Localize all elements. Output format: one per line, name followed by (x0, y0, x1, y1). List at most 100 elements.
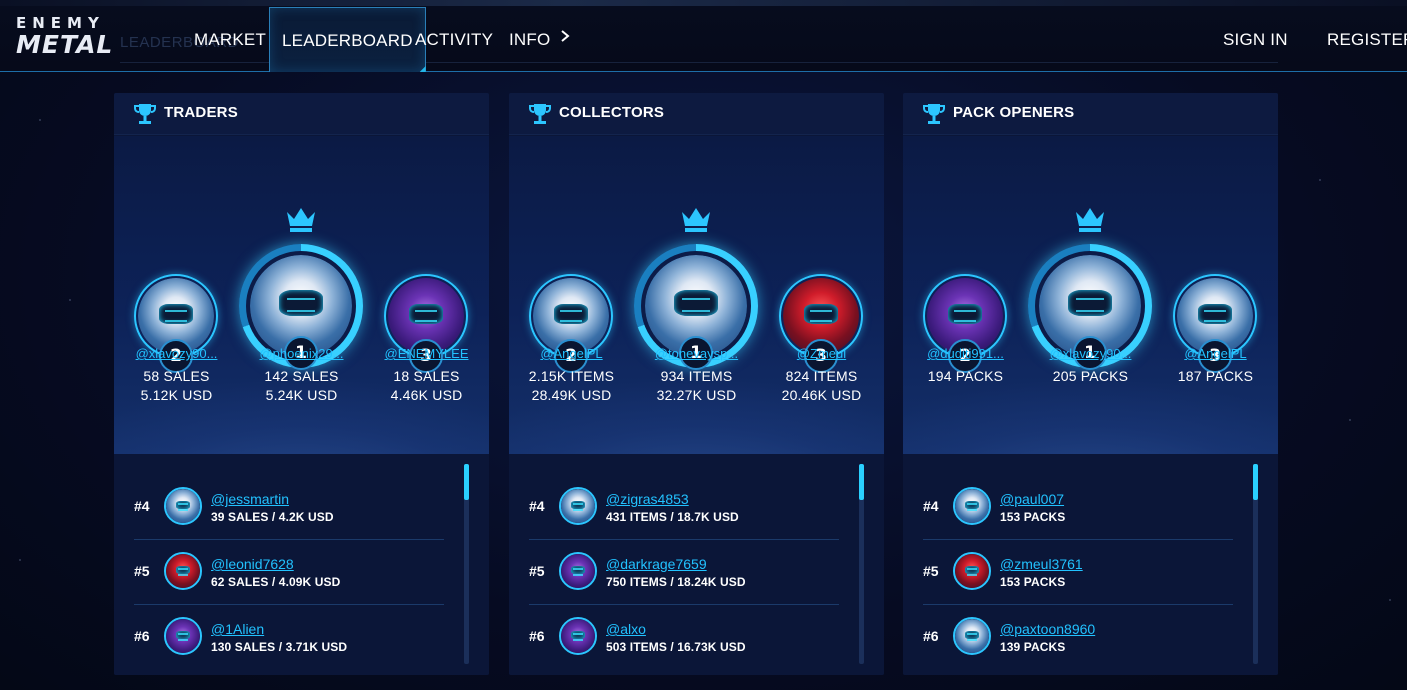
list-item[interactable]: #5 @darkrage7659 750 ITEMS / 18.24K USD (529, 539, 839, 604)
leaderboard-list: #4 @zigras4853 431 ITEMS / 18.7K USD #5 @dar… (509, 454, 884, 675)
list-item[interactable]: #4 @jessmartin 39 SALES / 4.2K USD (134, 474, 444, 539)
podium-stat-primary: 824 ITEMS (785, 368, 858, 384)
list-item[interactable]: #4 @paul007 153 PACKS (923, 474, 1233, 539)
podium-stat-usd: 5.24K USD (265, 387, 338, 403)
logo-bottom-text: METAL (16, 30, 114, 59)
crown-icon (285, 206, 317, 234)
podium-stat-usd: 32.27K USD (656, 387, 737, 403)
scrollbar-thumb[interactable] (464, 464, 469, 500)
list-item[interactable]: #4 @zigras4853 431 ITEMS / 18.7K USD (529, 474, 839, 539)
leaderboard-list: #4 @jessmartin 39 SALES / 4.2K USD #5 @leoni… (114, 454, 489, 675)
row-avatar[interactable] (164, 617, 202, 655)
list-item[interactable]: #6 @paxtoon8960 139 PACKS (923, 604, 1233, 669)
row-rank: #6 (134, 628, 150, 644)
podium-username-link[interactable]: @xlavozy90... (114, 346, 239, 361)
row-avatar[interactable] (953, 487, 991, 525)
row-avatar[interactable] (559, 552, 597, 590)
podium-username-link[interactable]: @tonevaysp... (634, 346, 759, 361)
row-stat: 431 ITEMS / 18.7K USD (606, 510, 739, 524)
row-avatar[interactable] (164, 552, 202, 590)
top-nav: ENEMY METAL LEADERBOARD MARKET LEADERBOA… (0, 0, 1407, 72)
row-stat: 750 ITEMS / 18.24K USD (606, 575, 746, 589)
podium: 2 @xlavozy90... 58 SALES 5.12K USD 1 @phoenix… (114, 136, 489, 454)
row-stat: 130 SALES / 3.71K USD (211, 640, 348, 654)
row-username-link[interactable]: @paxtoon8960 (1000, 621, 1095, 637)
list-item[interactable]: #6 @1Alien 130 SALES / 3.71K USD (134, 604, 444, 669)
row-rank: #5 (923, 563, 939, 579)
row-rank: #4 (134, 498, 150, 514)
podium-stat-primary: 194 PACKS (927, 368, 1004, 384)
trophy-icon (923, 102, 945, 126)
row-username-link[interactable]: @zigras4853 (606, 491, 689, 507)
crown-icon (1074, 206, 1106, 234)
row-stat: 139 PACKS (1000, 640, 1066, 654)
nav-market[interactable]: MARKET (194, 0, 266, 72)
enemy-metal-logo[interactable]: ENEMY METAL (16, 14, 134, 62)
trophy-icon (134, 102, 156, 126)
row-username-link[interactable]: @darkrage7659 (606, 556, 707, 572)
row-username-link[interactable]: @1Alien (211, 621, 264, 637)
crown-icon (680, 206, 712, 234)
podium-username-link[interactable]: @AngelPL (509, 346, 634, 361)
podium-username-link[interactable]: @xlavozy90... (1028, 346, 1153, 361)
panel-title: COLLECTORS (559, 104, 665, 121)
row-avatar[interactable] (953, 552, 991, 590)
leaderboard-list: #4 @paul007 153 PACKS #5 @zmeul3761 153 PACKS… (903, 454, 1278, 675)
row-username-link[interactable]: @jessmartin (211, 491, 289, 507)
podium-stat-usd: 5.12K USD (140, 387, 213, 403)
podium-stat-primary: 187 PACKS (1177, 368, 1254, 384)
row-rank: #6 (923, 628, 939, 644)
podium-stat-primary: 2.15K ITEMS (528, 368, 615, 384)
row-rank: #5 (529, 563, 545, 579)
podium-stat-primary: 18 SALES (393, 368, 460, 384)
list-item[interactable]: #5 @zmeul3761 153 PACKS (923, 539, 1233, 604)
row-rank: #4 (529, 498, 545, 514)
panel-title: PACK OPENERS (953, 104, 1075, 121)
row-rank: #5 (134, 563, 150, 579)
row-username-link[interactable]: @alxo (606, 621, 646, 637)
row-rank: #6 (529, 628, 545, 644)
podium-username-link[interactable]: @AngelPL (1153, 346, 1278, 361)
row-avatar[interactable] (953, 617, 991, 655)
podium: 2 @AngelPL 2.15K ITEMS 28.49K USD 1 @tonevays… (509, 136, 884, 454)
row-avatar[interactable] (559, 617, 597, 655)
row-username-link[interactable]: @leonid7628 (211, 556, 294, 572)
podium-stat-usd: 20.46K USD (781, 387, 862, 403)
podium-username-link[interactable]: @Zmeul (759, 346, 884, 361)
row-stat: 153 PACKS (1000, 510, 1066, 524)
row-username-link[interactable]: @paul007 (1000, 491, 1064, 507)
podium-stat-primary: 934 ITEMS (660, 368, 733, 384)
podium-stat-usd: 4.46K USD (390, 387, 463, 403)
sign-in-button[interactable]: SIGN IN (1223, 0, 1288, 72)
nav-activity[interactable]: ACTIVITY (415, 0, 493, 72)
leaderboard-panel-collectors: COLLECTORS 2 @AngelPL 2.15K ITEMS 28.49K USD… (509, 93, 884, 675)
podium: 2 @duditi991... 194 PACKS 1 @xlavozy90... 205… (903, 136, 1278, 454)
panel-header: TRADERS (114, 93, 489, 135)
scrollbar-thumb[interactable] (859, 464, 864, 500)
list-item[interactable]: #6 @alxo 503 ITEMS / 16.73K USD (529, 604, 839, 669)
nav-info[interactable]: INFO (509, 0, 550, 72)
leaderboard-panel-pack-openers: PACK OPENERS 2 @duditi991... 194 PACKS 1 @xla… (903, 93, 1278, 675)
nav-leaderboard[interactable]: LEADERBOARD (269, 7, 426, 72)
row-stat: 39 SALES / 4.2K USD (211, 510, 334, 524)
row-avatar[interactable] (164, 487, 202, 525)
podium-stat-primary: 205 PACKS (1052, 368, 1129, 384)
podium-username-link[interactable]: @ENEMYLEE (364, 346, 489, 361)
leaderboard-panel-traders: TRADERS 2 @xlavozy90... 58 SALES 5.12K USD 1 @… (114, 93, 489, 675)
podium-stat-primary: 142 SALES (264, 368, 339, 384)
podium-stat-usd: 28.49K USD (531, 387, 612, 403)
row-avatar[interactable] (559, 487, 597, 525)
row-rank: #4 (923, 498, 939, 514)
chevron-right-icon[interactable] (558, 29, 572, 43)
register-button[interactable]: REGISTER (1327, 0, 1407, 72)
row-username-link[interactable]: @zmeul3761 (1000, 556, 1083, 572)
trophy-icon (529, 102, 551, 126)
panel-header: COLLECTORS (509, 93, 884, 135)
podium-username-link[interactable]: @phoenix29... (239, 346, 364, 361)
row-stat: 62 SALES / 4.09K USD (211, 575, 341, 589)
podium-username-link[interactable]: @duditi991... (903, 346, 1028, 361)
row-stat: 153 PACKS (1000, 575, 1066, 589)
panel-header: PACK OPENERS (903, 93, 1278, 135)
list-item[interactable]: #5 @leonid7628 62 SALES / 4.09K USD (134, 539, 444, 604)
scrollbar-thumb[interactable] (1253, 464, 1258, 500)
